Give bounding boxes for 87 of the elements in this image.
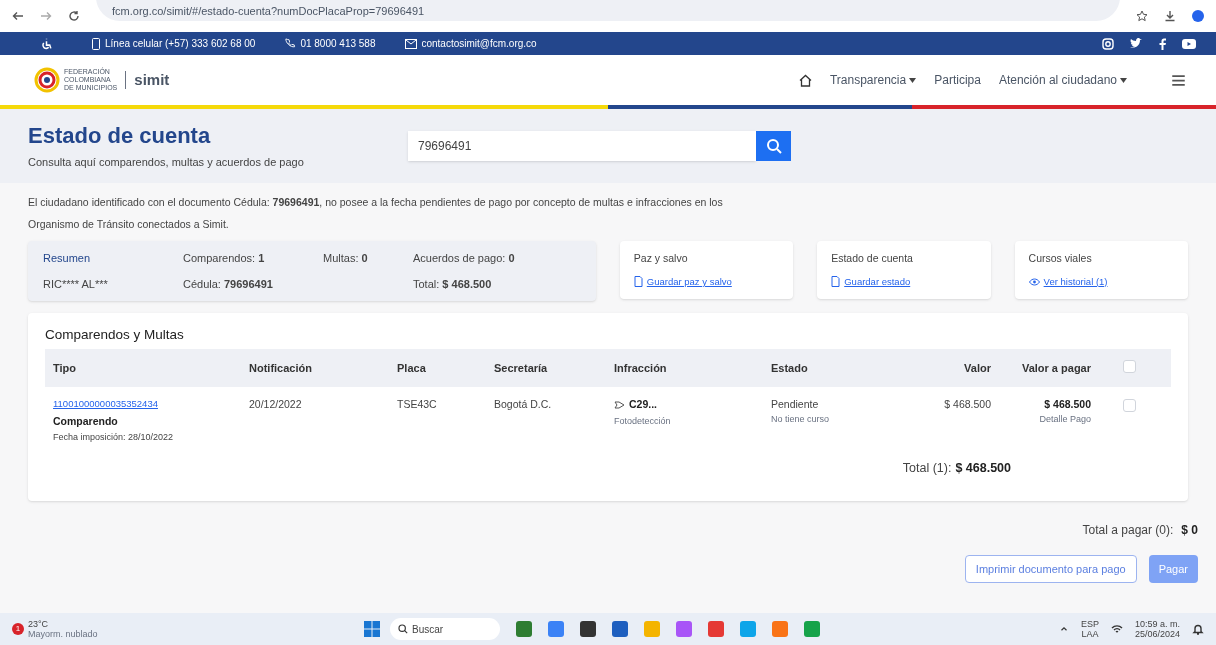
column-header: Notificación — [249, 361, 313, 376]
column-header: Valor — [963, 361, 991, 376]
layout-text[interactable]: LAA — [1080, 629, 1099, 639]
home-icon[interactable] — [798, 73, 812, 87]
wifi-icon[interactable] — [1110, 623, 1123, 635]
section-title: Comparendos y Multas — [45, 326, 185, 344]
document-icon — [633, 276, 643, 288]
summary-field: Comparendos: 1 — [183, 249, 323, 267]
table-cell-text: 20/12/2022 — [249, 397, 303, 413]
total-value: $ 468.500 — [955, 459, 1011, 477]
checkbox[interactable] — [1123, 399, 1136, 413]
document-icon — [831, 276, 841, 288]
nav-link[interactable]: Transparencia — [829, 71, 917, 89]
table-cell: C29... — [629, 397, 657, 413]
app-icon[interactable] — [580, 621, 596, 637]
start-icon[interactable] — [364, 621, 380, 637]
twitter-icon[interactable] — [1130, 38, 1143, 49]
card-link[interactable]: Guardar estado — [844, 274, 911, 289]
download-icon[interactable] — [1164, 10, 1176, 22]
total-to-pay-label: Total a pagar (0): — [1082, 522, 1174, 539]
video-icon[interactable] — [1182, 38, 1196, 49]
back-icon[interactable] — [12, 10, 24, 22]
summary-name: RIC**** AL*** — [43, 276, 109, 292]
card-link[interactable]: Guardar paz y salvo — [646, 274, 732, 289]
summary-title: Resumen — [43, 250, 92, 266]
card-title: Cursos viales — [1028, 251, 1093, 266]
column-header: Estado — [771, 361, 809, 376]
total-label: Total (1): — [902, 459, 952, 477]
card-title: Estado de cuenta — [831, 251, 914, 266]
star-icon[interactable] — [1136, 10, 1148, 22]
bell-icon[interactable] — [1192, 623, 1204, 635]
search-button[interactable] — [756, 131, 791, 161]
column-header: Valor a pagar — [1020, 361, 1092, 376]
clock-date[interactable]: 25/06/2024 — [1134, 629, 1180, 639]
nav-link[interactable]: Participa — [934, 71, 981, 89]
table-cell: $ 468.500 — [1044, 397, 1091, 413]
table-cell-text: TSE43C — [397, 397, 438, 413]
brand-logo: simit — [134, 69, 170, 90]
search-icon — [765, 138, 782, 154]
caret-icon — [909, 77, 917, 83]
summary-field: Cédula: 79696491 — [183, 275, 323, 293]
column-header: Tipo — [53, 361, 77, 376]
search-icon — [398, 624, 408, 634]
eye-icon — [1028, 277, 1040, 286]
search-field[interactable]: 79696491 — [408, 131, 756, 161]
table-cell-text: $ 468.500 — [943, 397, 991, 413]
card-link[interactable]: Ver historial (1) — [1043, 274, 1108, 289]
taskbar-search[interactable]: Buscar — [390, 618, 500, 640]
fine-number-link[interactable]: 11001000000035352434 — [53, 397, 249, 412]
status-message: El ciudadano identificado con el documento Cédula: 79696491, no posee a la fecha pendientes de pago por concepto de multas e infracciones en los Organismo de Tránsito conectados a Simit. — [28, 196, 723, 230]
reload-icon[interactable] — [68, 10, 80, 22]
page-title: Estado de cuenta — [28, 121, 212, 150]
language-text[interactable]: ESP — [1080, 619, 1099, 629]
clock-time[interactable]: 10:59 a. m. — [1134, 619, 1180, 629]
table-cell-text: Fecha imposición: 28/10/2022 — [53, 431, 175, 445]
weather-text: Mayorm. nublado — [28, 629, 98, 639]
total-to-pay-value: $ 0 — [1181, 522, 1198, 539]
mobile-icon — [91, 37, 101, 50]
notification-badge: 1 — [12, 623, 24, 635]
table-cell-text: Pendiente — [771, 397, 820, 413]
column-header: Infracción — [614, 361, 668, 376]
page-subtitle: Consulta aquí comparendos, multas y acuerdos de pago — [28, 154, 305, 170]
instagram-icon[interactable] — [1102, 37, 1114, 50]
phone-icon — [285, 38, 297, 49]
address-bar[interactable]: fcm.org.co/simit/#/estado-cuenta?numDocPlacaProp=79696491 — [96, 0, 1120, 21]
caret-icon — [1120, 77, 1127, 83]
contact-text[interactable]: Línea celular (+57) 333 602 68 00 — [105, 36, 256, 51]
table-cell-text: Comparendo — [53, 413, 119, 429]
facebook-icon[interactable] — [1159, 37, 1166, 50]
menu-icon[interactable] — [1171, 72, 1186, 88]
nav-link[interactable]: Atención al ciudadano — [998, 71, 1127, 89]
detail-link[interactable]: Detalle Pago — [1039, 413, 1091, 427]
column-header: Secretaría — [494, 361, 549, 376]
summary-field: Total: $ 468.500 — [413, 275, 581, 293]
summary-field: Multas: 0 — [323, 249, 413, 267]
print-button[interactable]: Imprimir documento para pago — [964, 555, 1137, 583]
contact-text[interactable]: 01 8000 413 588 — [300, 36, 376, 51]
table-cell-text: Bogotá D.C. — [494, 397, 553, 413]
card-title: Paz y salvo — [633, 251, 689, 266]
temperature-text: 23°C — [28, 619, 50, 629]
table-cell-text: Fotodetección — [614, 415, 672, 428]
table-cell-text: No tiene curso — [771, 413, 831, 426]
mail-icon — [405, 38, 418, 49]
column-header: Placa — [397, 361, 427, 376]
checkbox[interactable] — [1123, 359, 1136, 373]
summary-field: Acuerdos de pago: 0 — [413, 249, 581, 267]
contact-text[interactable]: contactosimit@fcm.org.co — [421, 36, 537, 51]
